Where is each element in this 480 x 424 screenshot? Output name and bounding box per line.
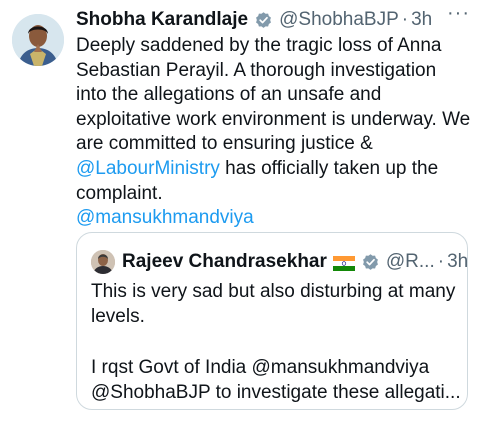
author-avatar[interactable] <box>12 14 64 66</box>
tweet-header: Shobha Karandlaje @ShobhaBJP · 3h <box>76 7 480 33</box>
quoted-tweet-card[interactable]: Rajeev Chandrasekhar @R... · 3h This is … <box>76 232 468 410</box>
quoted-text-line-2: I rqst Govt of India @mansukhmandviya @S… <box>91 357 461 403</box>
quoted-tweet-header: Rajeev Chandrasekhar @R... · 3h <box>91 249 468 275</box>
more-options-icon[interactable]: ··· <box>447 2 470 25</box>
quoted-tweet-text: This is very sad but also disturbing at … <box>91 279 461 405</box>
tweet-text: Deeply saddened by the tragic loss of An… <box>76 34 471 231</box>
quoted-tweet-timestamp[interactable]: 3h <box>447 251 468 273</box>
quoted-author-handle[interactable]: @R... <box>386 251 435 273</box>
quoted-separator-dot: · <box>437 251 445 272</box>
quoted-verified-badge-icon <box>361 253 380 272</box>
author-handle[interactable]: @ShobhaBJP <box>279 9 399 31</box>
india-flag-icon <box>332 255 355 271</box>
author-name[interactable]: Shobha Karandlaje <box>76 9 248 31</box>
quoted-text-line-1: This is very sad but also disturbing at … <box>91 281 456 327</box>
tweet-timestamp[interactable]: 3h <box>411 9 432 31</box>
tweet-text-main: Deeply saddened by the tragic loss of An… <box>76 35 471 155</box>
separator-dot: · <box>401 9 409 30</box>
quoted-author-name[interactable]: Rajeev Chandrasekhar <box>122 251 327 273</box>
mention-link-mansukhmandviya[interactable]: @mansukhmandviya <box>76 207 254 228</box>
mention-link-labourministry[interactable]: @LabourMinistry <box>76 158 220 179</box>
quoted-author-avatar[interactable] <box>91 250 115 274</box>
verified-badge-icon <box>254 11 273 30</box>
